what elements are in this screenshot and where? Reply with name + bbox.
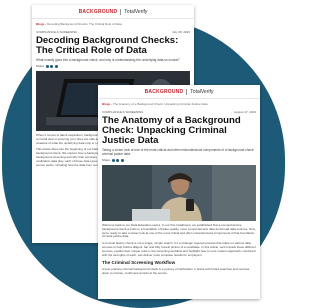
site-header: BACKGROUND TotalVerify bbox=[98, 85, 260, 99]
site-logo[interactable]: BACKGROUND bbox=[145, 89, 184, 95]
breadcrumb: Blogs › Decoding Background Checks: The … bbox=[36, 22, 190, 26]
article-title: The Anatomy of a Background Check: Unpac… bbox=[102, 115, 241, 146]
breadcrumb-current: › The Anatomy of a Background Check: Unp… bbox=[111, 102, 208, 106]
article-meta: COMPLIANCE & SCREENING August 17, 2023 bbox=[102, 110, 256, 114]
article-subtitle: Taking a closer look at one of the most … bbox=[102, 148, 255, 156]
article-category[interactable]: COMPLIANCE & SCREENING bbox=[36, 30, 77, 34]
article-date: July 28, 2023 bbox=[172, 30, 190, 34]
twitter-icon[interactable] bbox=[54, 64, 58, 68]
article-subtitle: What exactly goes into a background chec… bbox=[36, 58, 180, 62]
front-article-card: BACKGROUND TotalVerify Blogs › The Anato… bbox=[98, 85, 260, 299]
share-label: Share bbox=[36, 64, 45, 68]
linkedin-icon[interactable] bbox=[116, 158, 120, 162]
article-hero-image bbox=[102, 165, 256, 221]
share-row: Share bbox=[102, 158, 256, 162]
header-divider bbox=[186, 88, 188, 95]
article-paragraph: A criminal history check is not a single… bbox=[102, 241, 256, 257]
linkedin-icon[interactable] bbox=[50, 64, 54, 68]
twitter-icon[interactable] bbox=[120, 158, 124, 162]
partner-brand[interactable]: TotalVerify bbox=[190, 89, 213, 95]
partner-brand[interactable]: TotalVerify bbox=[124, 9, 147, 15]
person-with-phone-illustration bbox=[102, 165, 256, 221]
section-heading: The Criminal Screening Workflow bbox=[102, 260, 176, 266]
article-category[interactable]: COMPLIANCE & SCREENING bbox=[102, 110, 143, 114]
site-logo[interactable]: BACKGROUND bbox=[79, 9, 118, 15]
share-label: Share bbox=[102, 158, 111, 162]
article-paragraph: Welcome back to our Data Education serie… bbox=[102, 223, 256, 239]
share-row: Share bbox=[36, 64, 190, 68]
facebook-icon[interactable] bbox=[111, 158, 115, 162]
breadcrumb: Blogs › The Anatomy of a Background Chec… bbox=[102, 102, 256, 106]
article-date: August 17, 2023 bbox=[234, 110, 256, 114]
breadcrumb-home-link[interactable]: Blogs bbox=[102, 102, 110, 106]
breadcrumb-current: › Decoding Background Checks: The Critic… bbox=[45, 22, 122, 26]
article-meta: COMPLIANCE & SCREENING July 28, 2023 bbox=[36, 30, 190, 34]
facebook-icon[interactable] bbox=[45, 64, 49, 68]
article-paragraph: A best practice criminal background chec… bbox=[102, 267, 250, 276]
article-title: Decoding Background Checks: The Critical… bbox=[36, 35, 179, 56]
header-divider bbox=[120, 8, 122, 15]
site-header: BACKGROUND TotalVerify bbox=[32, 5, 194, 19]
breadcrumb-home-link[interactable]: Blogs bbox=[36, 22, 44, 26]
